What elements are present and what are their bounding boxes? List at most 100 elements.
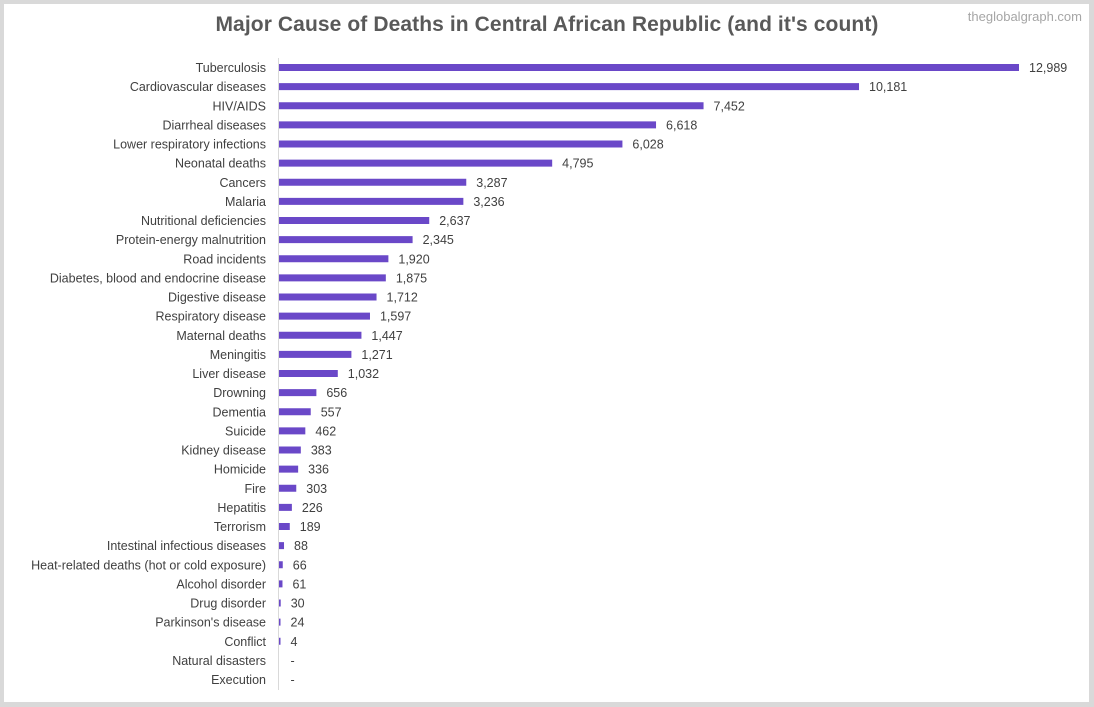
value-labels-group: 12,989 10,181 7,452 6,6186,028 4,795 3,287 3,2… [291, 61, 1068, 687]
value-label: 2,345 [423, 233, 454, 247]
value-label: 1,597 [380, 310, 411, 324]
value-label: 10,181 [869, 80, 907, 94]
value-label: 656 [326, 386, 347, 400]
category-label: Hepatitis [217, 501, 266, 515]
value-label: 6,028 [632, 138, 663, 152]
value-label: 7,452 [714, 99, 745, 113]
value-label: 226 [302, 501, 323, 515]
bar [279, 637, 281, 645]
category-label: HIV/AIDS [213, 99, 267, 113]
value-label: 557 [321, 405, 342, 419]
value-label: - [291, 654, 295, 668]
bar [279, 159, 553, 167]
category-label: Homicide [214, 463, 266, 477]
value-label: 1,712 [387, 291, 418, 305]
category-label: Dementia [213, 405, 267, 419]
value-label: 88 [294, 539, 308, 553]
value-label: 189 [300, 520, 321, 534]
bar [279, 542, 285, 550]
bar [279, 64, 1019, 71]
bar [279, 102, 704, 110]
category-label: Cardiovascular diseases [130, 80, 266, 94]
value-label: 6,618 [666, 118, 697, 132]
bar [279, 427, 306, 435]
category-label: Diarrheal diseases [162, 118, 266, 132]
bar [279, 83, 860, 91]
category-label: Tuberculosis [196, 61, 266, 75]
bar [279, 312, 370, 320]
category-label: Nutritional deficiencies [141, 214, 266, 228]
value-label: 1,271 [361, 348, 392, 362]
value-label: 1,447 [371, 329, 402, 343]
value-label: 1,875 [396, 271, 427, 285]
bar [279, 350, 352, 358]
bar [279, 121, 657, 129]
category-label: Digestive disease [168, 291, 266, 305]
bar [279, 503, 292, 511]
category-label: Execution [211, 673, 266, 687]
bar [279, 599, 281, 607]
category-label: Road incidents [183, 252, 266, 266]
bar [279, 523, 290, 530]
bar [279, 236, 413, 244]
category-label: Maternal deaths [176, 329, 266, 343]
value-label: 2,637 [439, 214, 470, 228]
category-label: Natural disasters [172, 654, 266, 668]
category-label: Conflict [224, 635, 266, 649]
bar [279, 618, 281, 626]
bar [279, 255, 389, 263]
bar [279, 293, 377, 301]
category-label: Cancers [219, 176, 266, 190]
value-label: 3,287 [476, 176, 507, 190]
category-label: Drug disorder [190, 597, 266, 611]
bar [279, 561, 283, 569]
value-label: 66 [293, 558, 307, 572]
category-labels-group: Tuberculosis Cardiovascular diseases HIV/A… [31, 61, 266, 687]
bar [279, 217, 430, 224]
value-label: 462 [315, 424, 336, 438]
value-label: 383 [311, 444, 332, 458]
bar [279, 370, 338, 377]
bar [279, 140, 623, 148]
bar [279, 197, 464, 205]
category-label: Intestinal infectious diseases [107, 539, 266, 553]
category-label: Meningitis [210, 348, 266, 362]
value-label: - [291, 673, 295, 687]
category-label: Lower respiratory infections [113, 138, 266, 152]
category-label: Drowning [213, 386, 266, 400]
category-label: Fire [244, 482, 266, 496]
value-label: 1,920 [398, 252, 429, 266]
category-label: Kidney disease [181, 444, 266, 458]
value-label: 1,032 [348, 367, 379, 381]
bar [279, 178, 467, 186]
bar [279, 331, 362, 339]
category-label: Respiratory disease [156, 310, 267, 324]
bar [279, 446, 301, 454]
category-label: Alcohol disorder [176, 577, 266, 591]
category-label: Neonatal deaths [175, 157, 266, 171]
category-label: Terrorism [214, 520, 266, 534]
category-label: Liver disease [192, 367, 266, 381]
value-label: 4,795 [562, 157, 593, 171]
category-label: Heat-related deaths (hot or cold exposur… [31, 558, 266, 572]
value-label: 4 [291, 635, 298, 649]
bar [279, 408, 311, 416]
value-label: 30 [291, 597, 305, 611]
category-label: Protein-energy malnutrition [116, 233, 266, 247]
bar [279, 465, 299, 473]
value-label: 336 [308, 463, 329, 477]
bar [279, 580, 283, 588]
category-label: Parkinson's disease [155, 616, 266, 630]
value-label: 61 [292, 577, 306, 591]
bar [279, 389, 317, 397]
category-label: Diabetes, blood and endocrine disease [50, 271, 266, 285]
category-label: Suicide [225, 424, 266, 438]
value-label: 3,236 [473, 195, 504, 209]
category-label: Malaria [225, 195, 266, 209]
bar [279, 274, 386, 282]
value-label: 24 [291, 616, 305, 630]
bar [279, 484, 297, 492]
value-label: 303 [306, 482, 327, 496]
bar-chart: Tuberculosis Cardiovascular diseases HIV/A… [31, 58, 1068, 690]
value-label: 12,989 [1029, 61, 1067, 75]
